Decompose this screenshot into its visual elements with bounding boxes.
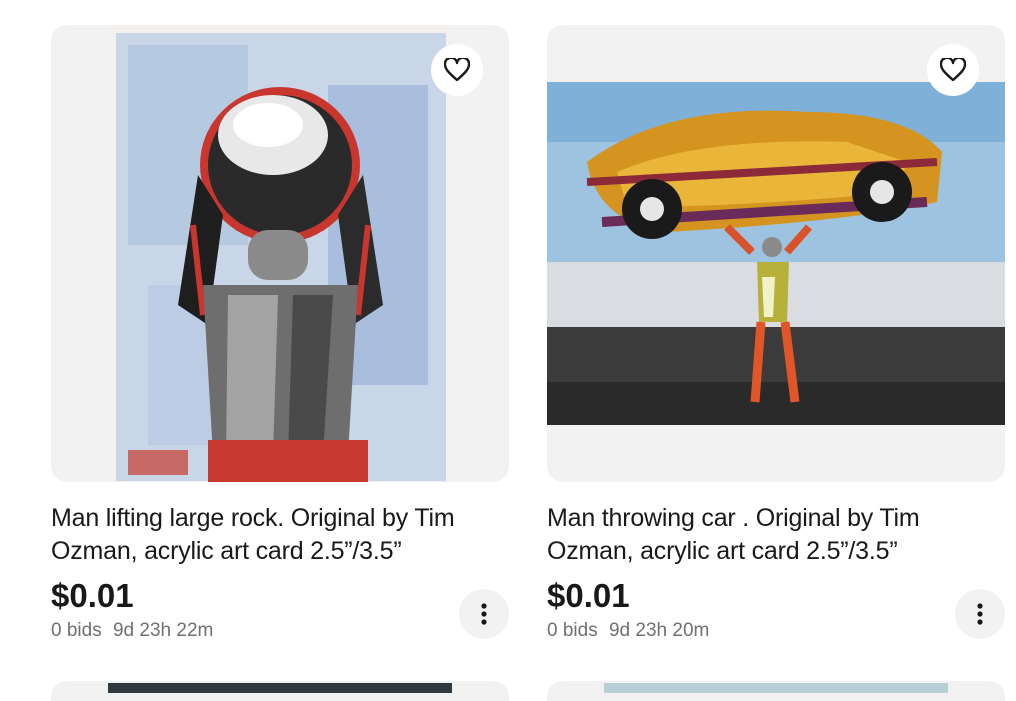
time-left: 9d 23h 22m bbox=[112, 620, 214, 641]
listing-card[interactable]: Man throwing car . Original by Tim Ozman… bbox=[547, 25, 1005, 658]
bid-count: 0 bids bbox=[51, 620, 102, 641]
next-listing-image-strip bbox=[108, 683, 452, 693]
next-listing-image[interactable] bbox=[51, 681, 509, 701]
listing-title[interactable]: Man lifting large rock. Original by Tim … bbox=[51, 502, 509, 568]
price-row: $0.01 0 bids 9d 23h 20m bbox=[547, 578, 1005, 658]
next-listing-image-strip bbox=[604, 683, 948, 693]
listing-image-rock[interactable] bbox=[108, 25, 452, 482]
watch-button[interactable] bbox=[927, 44, 979, 96]
listing-title[interactable]: Man throwing car . Original by Tim Ozman… bbox=[547, 502, 1005, 568]
watch-button[interactable] bbox=[431, 44, 483, 96]
listing-meta: 0 bids 9d 23h 22m bbox=[51, 620, 509, 642]
listing-meta: 0 bids 9d 23h 20m bbox=[547, 620, 1005, 642]
vertical-dots-icon bbox=[481, 603, 487, 625]
listing-price: $0.01 bbox=[51, 577, 134, 614]
listing-card[interactable]: Man lifting large rock. Original by Tim … bbox=[51, 25, 509, 658]
more-options-button[interactable] bbox=[459, 589, 509, 639]
listing-image-container[interactable] bbox=[51, 25, 509, 482]
more-options-button[interactable] bbox=[955, 589, 1005, 639]
vertical-dots-icon bbox=[977, 603, 983, 625]
time-left: 9d 23h 20m bbox=[608, 620, 710, 641]
next-listing-image[interactable] bbox=[547, 681, 1005, 701]
listing-image-container[interactable] bbox=[547, 25, 1005, 482]
listing-image-car[interactable] bbox=[547, 82, 1005, 425]
heart-outline-icon bbox=[940, 58, 966, 82]
heart-outline-icon bbox=[444, 58, 470, 82]
listing-price: $0.01 bbox=[547, 577, 630, 614]
bid-count: 0 bids bbox=[547, 620, 598, 641]
price-row: $0.01 0 bids 9d 23h 22m bbox=[51, 578, 509, 658]
